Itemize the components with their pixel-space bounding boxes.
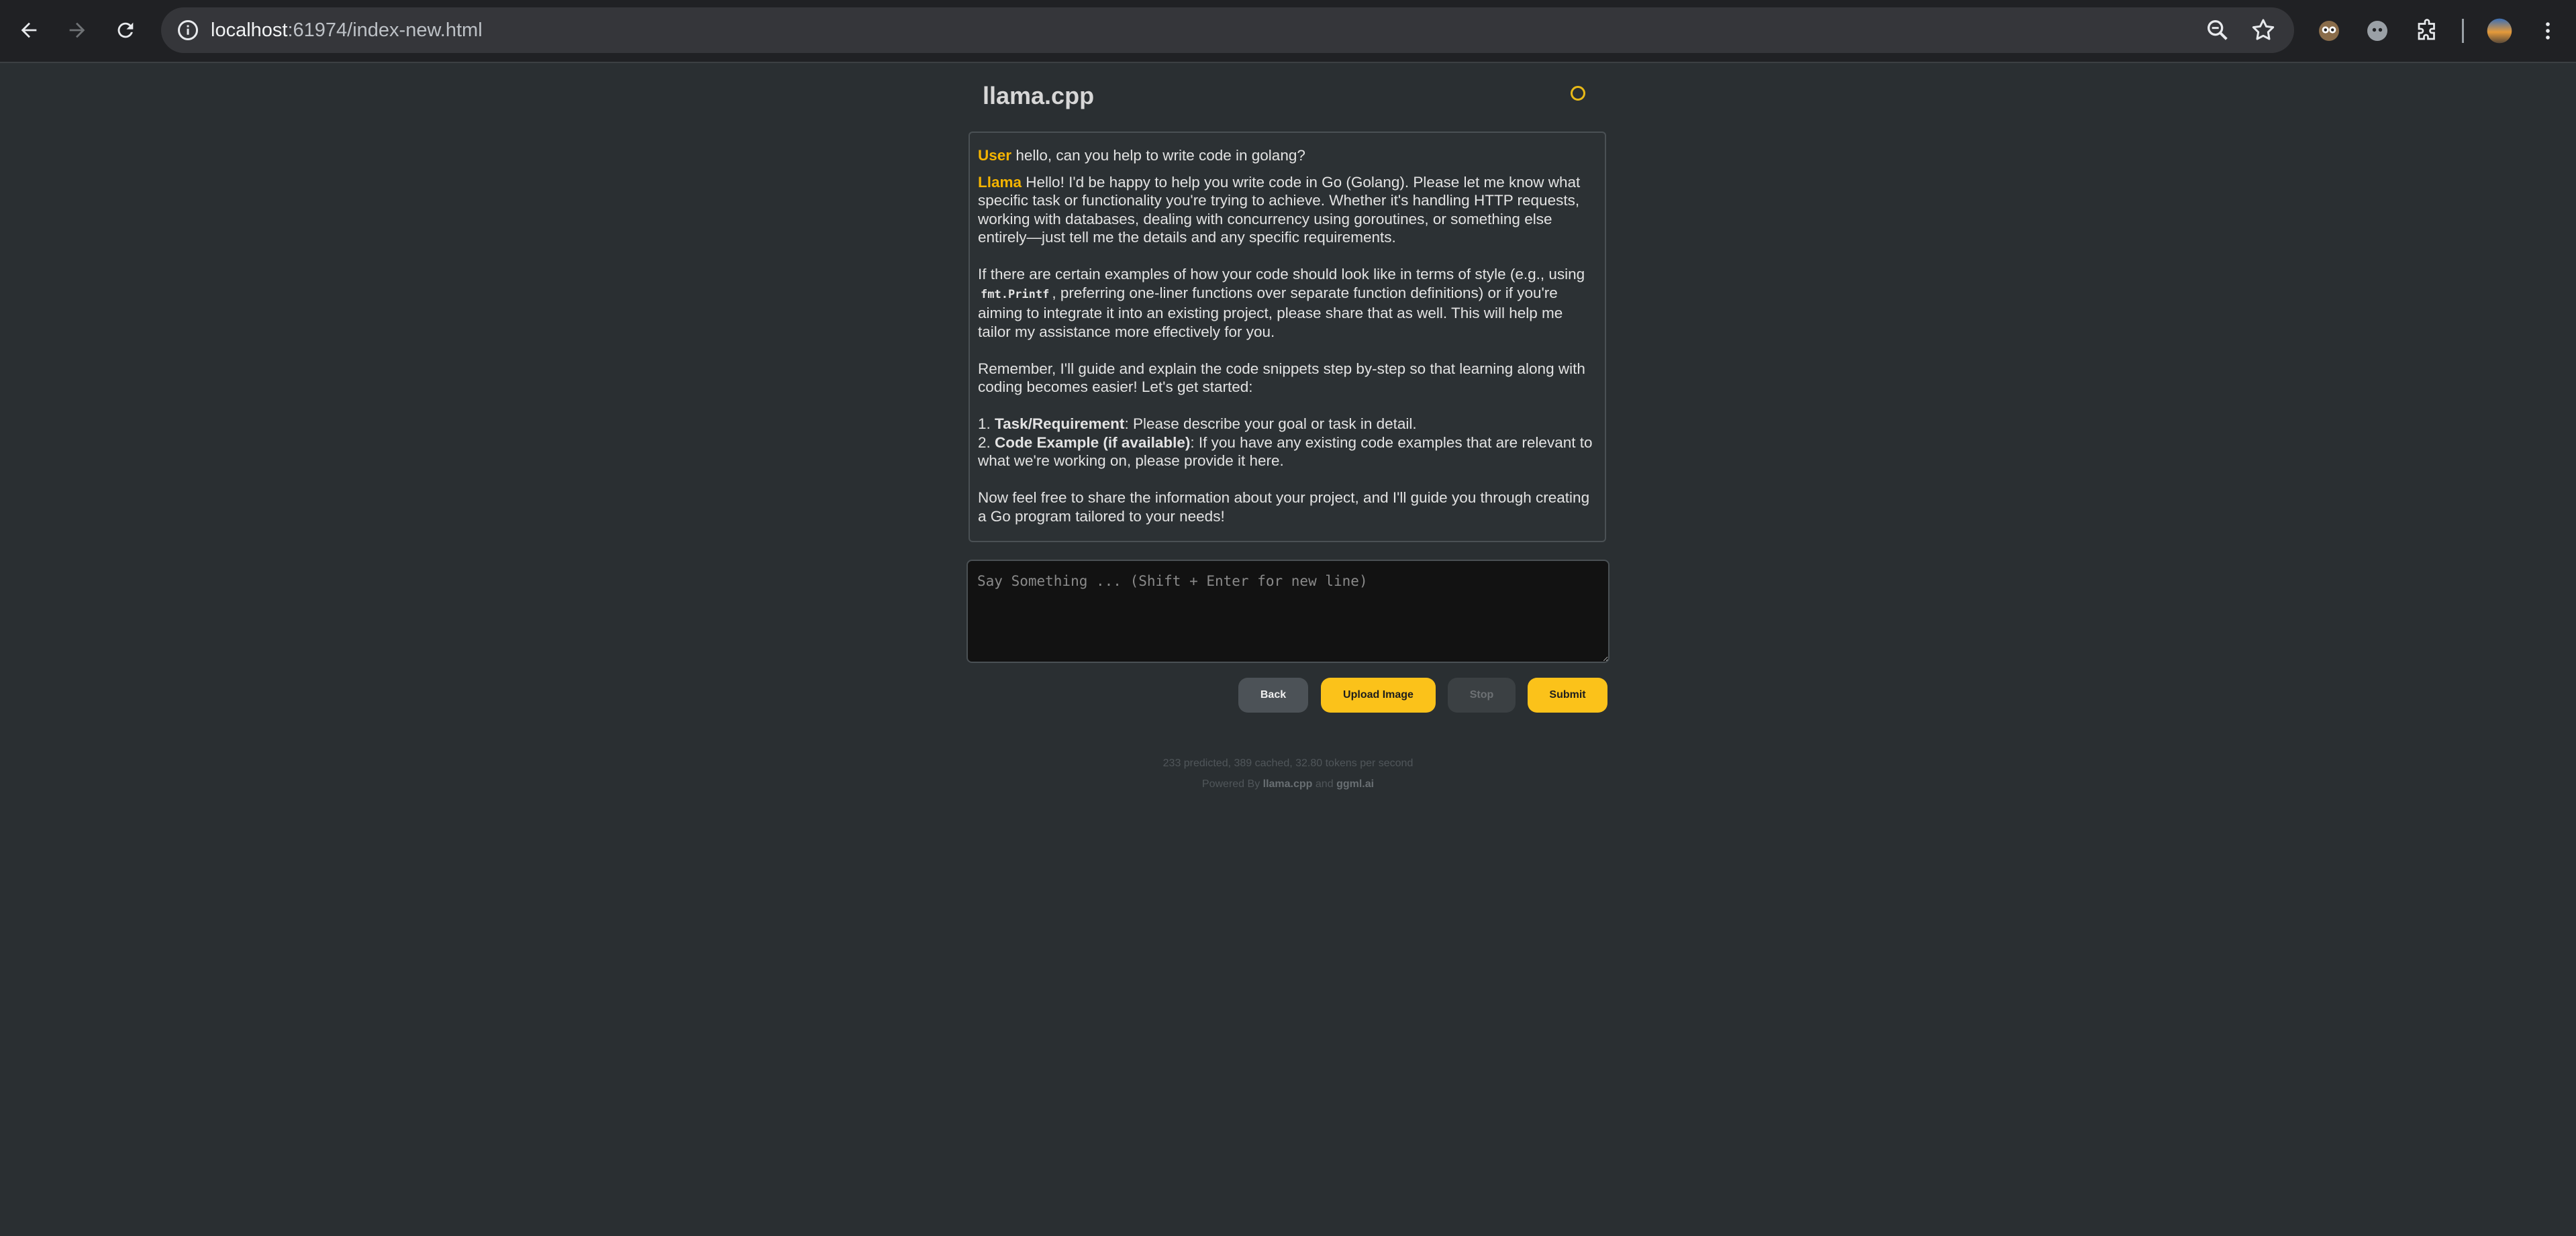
app-title: llama.cpp [983, 82, 1095, 109]
ggml-link[interactable]: ggml.ai [1336, 778, 1374, 790]
list-item-heading: Task/Requirement [995, 415, 1125, 432]
back-button[interactable]: Back [1238, 678, 1308, 713]
powered-by: Powered By llama.cpp and ggml.ai [967, 774, 1609, 794]
toolbar-divider [2462, 19, 2464, 43]
site-info-icon[interactable] [176, 18, 200, 42]
zoom-icon[interactable] [2204, 17, 2231, 44]
prompt-input[interactable] [967, 560, 1609, 663]
chat-log: User hello, can you help to write code i… [969, 132, 1606, 542]
browser-toolbar: localhost:61974/index-new.html [0, 0, 2576, 63]
bookmark-star-icon[interactable] [2250, 17, 2277, 44]
list-item: 1. Task/Requirement: Please describe you… [978, 415, 1597, 433]
powered-by-label: Powered By [1201, 778, 1260, 790]
list-item-heading: Code Example (if available) [995, 433, 1191, 451]
prompt-area [967, 560, 1609, 663]
profile-avatar[interactable] [2486, 17, 2513, 44]
address-bar[interactable]: localhost:61974/index-new.html [161, 7, 2294, 53]
paragraph-2-text-a: If there are certain examples of how you… [978, 266, 1585, 282]
stop-button[interactable]: Stop [1448, 678, 1516, 713]
powered-by-and: and [1315, 778, 1334, 790]
browser-menu-icon[interactable] [2534, 17, 2561, 44]
extension-ghost-icon[interactable] [2364, 17, 2391, 44]
list-number: 2. [978, 433, 991, 451]
paragraph-2-text-b: , preferring one-liner functions over se… [978, 284, 1563, 340]
assistant-message: Llama Hello! I'd be happy to help you wr… [978, 173, 1597, 247]
url-path: :61974/index-new.html [287, 19, 483, 41]
forward-arrow-icon[interactable] [60, 13, 94, 47]
submit-button[interactable]: Submit [1528, 678, 1607, 713]
extension-owl-icon[interactable] [2316, 17, 2342, 44]
assistant-paragraph-3: Remember, I'll guide and explain the cod… [978, 360, 1585, 396]
url-host: localhost [211, 19, 288, 41]
footer: 233 predicted, 389 cached, 32.80 tokens … [967, 753, 1609, 794]
upload-image-button[interactable]: Upload Image [1321, 678, 1436, 713]
extensions-puzzle-icon[interactable] [2414, 17, 2440, 44]
assistant-paragraph-1: Hello! I'd be happy to help you write co… [978, 173, 1581, 246]
generation-stats: 233 predicted, 389 cached, 32.80 tokens … [1162, 758, 1414, 769]
list-number: 1. [978, 415, 991, 432]
list-item-text: : Please describe your goal or task in d… [1124, 415, 1417, 432]
user-message: User hello, can you help to write code i… [978, 146, 1597, 165]
inline-code: fmt.Printf [981, 287, 1050, 301]
user-name-label: User [978, 147, 1012, 164]
status-indicator-icon [1571, 86, 1585, 101]
assistant-paragraph-2: If there are certain examples of how you… [978, 265, 1597, 341]
assistant-name-label: Llama [978, 173, 1022, 191]
assistant-paragraph-4: Now feel free to share the information a… [978, 489, 1590, 525]
list-item: 2. Code Example (if available): If you h… [978, 433, 1597, 470]
reload-icon[interactable] [109, 13, 142, 47]
url-text[interactable]: localhost:61974/index-new.html [211, 7, 483, 53]
user-message-text: hello, can you help to write code in gol… [1015, 147, 1305, 164]
llama-cpp-link[interactable]: llama.cpp [1263, 778, 1313, 790]
back-arrow-icon[interactable] [12, 13, 46, 47]
